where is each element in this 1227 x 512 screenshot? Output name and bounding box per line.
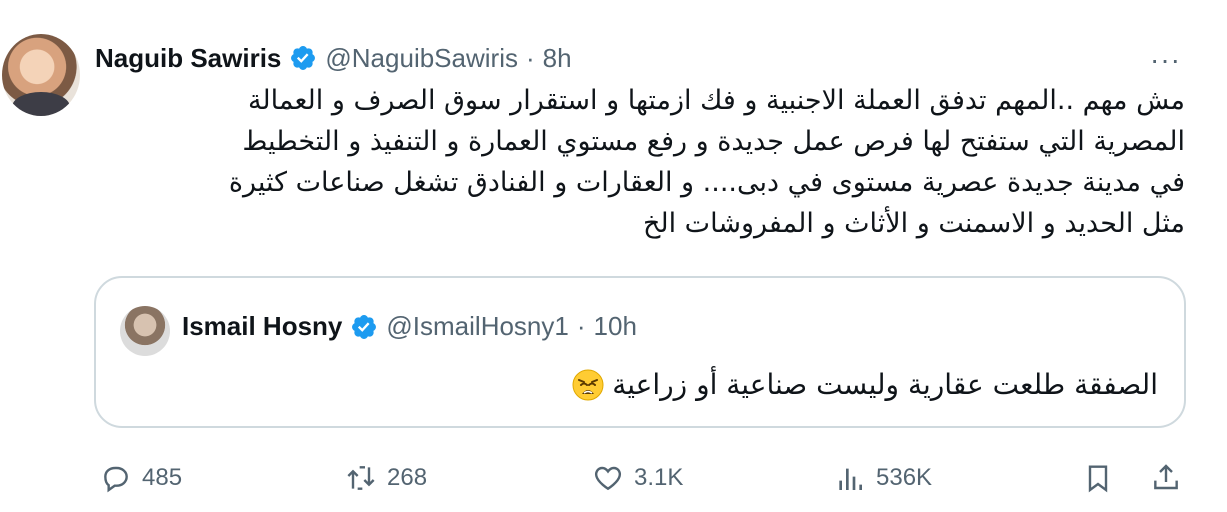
share-icon	[1154, 464, 1178, 490]
like-count: 3.1K	[634, 464, 684, 491]
tweet-text-line: في مدينة جديدة عصرية مستوى في دبى.... و …	[228, 167, 1185, 198]
views-count: 536K	[876, 464, 933, 491]
verified-badge-icon	[291, 46, 316, 70]
quoted-time: 10h	[593, 311, 637, 341]
author-name[interactable]: Naguib Sawiris	[95, 43, 281, 74]
header-separator: ·	[525, 42, 535, 73]
tweet-text: مش مهم ..المهم تدفق العملة الاجنبية و فك…	[95, 80, 1185, 244]
quoted-tweet-card[interactable]: Ismail Hosny @IsmailHosny1 · 10h الصفقة …	[94, 276, 1186, 428]
quoted-text-row: الصفقة طلعت عقارية وليست صناعية أو زراعي…	[572, 368, 1158, 401]
author-handle[interactable]: @NaguibSawiris	[325, 43, 518, 74]
views-button[interactable]: 536K	[834, 462, 932, 494]
weary-face-emoji-icon	[572, 369, 604, 400]
bookmark-button[interactable]	[1082, 462, 1124, 494]
quoted-author-handle: @IsmailHosny1	[386, 311, 569, 341]
action-bar: 485 268 3.1K 536K	[0, 462, 1227, 502]
more-options-button[interactable]: ···	[1150, 44, 1181, 76]
quoted-header: Ismail Hosny @IsmailHosny1 · 10h	[182, 311, 637, 342]
reply-icon	[104, 466, 128, 493]
retweet-icon	[347, 466, 375, 490]
retweet-count: 268	[387, 464, 428, 491]
quoted-separator: ·	[576, 311, 586, 341]
tweet-header: Naguib Sawiris @NaguibSawiris · 8h	[95, 38, 572, 78]
like-button[interactable]: 3.1K	[592, 462, 683, 494]
reply-count: 485	[142, 464, 183, 491]
tweet-time[interactable]: 8h	[543, 43, 572, 74]
heart-icon	[594, 466, 622, 491]
quoted-text: الصفقة طلعت عقارية وليست صناعية أو زراعي…	[612, 368, 1158, 401]
reply-button[interactable]: 485	[100, 462, 182, 494]
retweet-button[interactable]: 268	[345, 462, 427, 494]
bookmark-icon	[1088, 465, 1108, 493]
avatar[interactable]	[2, 34, 80, 116]
views-chart-icon	[839, 468, 862, 490]
tweet-text-line: مثل الحديد و الاسمنت و الأثاث و المفروشا…	[642, 208, 1185, 239]
tweet-text-line: مش مهم ..المهم تدفق العملة الاجنبية و فك…	[247, 85, 1185, 116]
share-button[interactable]	[1150, 462, 1192, 494]
tweet-text-line: المصرية التي ستفتح لها فرص عمل جديدة و ر…	[242, 126, 1185, 157]
quoted-author-name: Ismail Hosny	[182, 311, 343, 341]
verified-badge-icon	[352, 314, 377, 339]
quoted-avatar	[120, 306, 170, 356]
